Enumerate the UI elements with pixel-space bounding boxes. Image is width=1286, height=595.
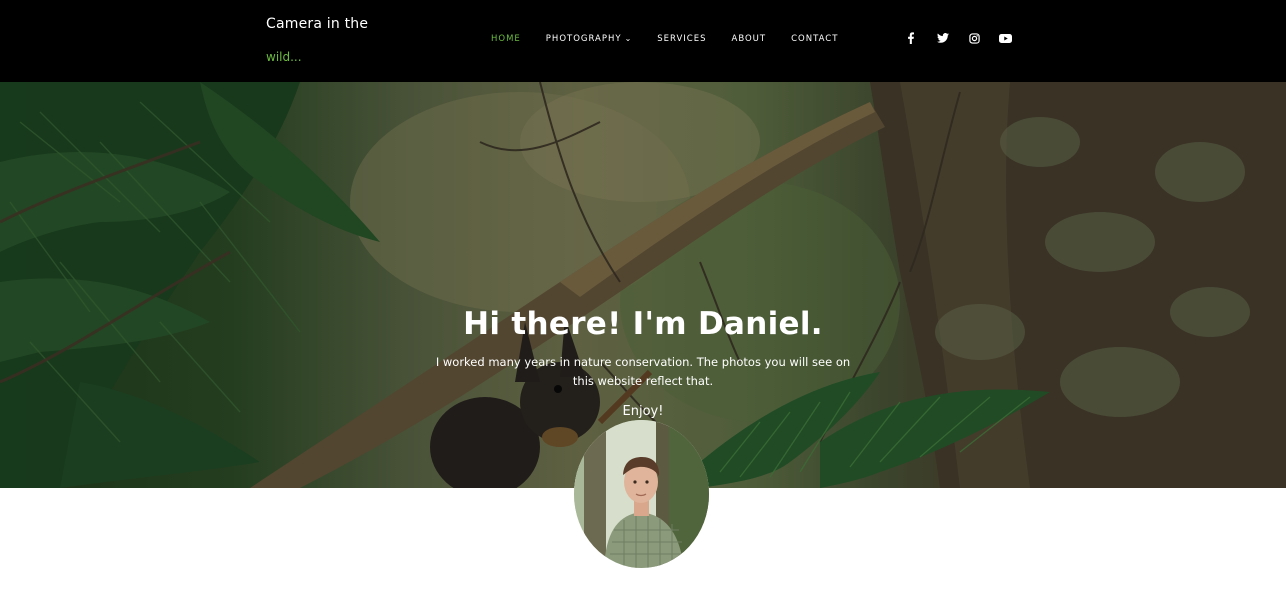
twitter-icon[interactable] [935,30,951,46]
hero-intro-text: I worked many years in nature conservati… [435,355,851,388]
facebook-icon[interactable] [903,30,919,46]
social-links [903,30,1029,46]
hero-enjoy-text: Enjoy! [622,404,664,419]
chevron-down-icon: ⌄ [624,34,633,43]
nav-item-photography-label: PHOTOGRAPHY [545,34,622,44]
nav-item-contact[interactable]: CONTACT [791,34,838,44]
nav-item-services[interactable]: SERVICES [657,34,706,44]
nav-item-home[interactable]: HOME [491,34,521,44]
youtube-icon[interactable] [998,30,1014,46]
nav-item-about[interactable]: ABOUT [732,34,767,44]
site-header: Camera in the wild... HOME PHOTOGRAPHY ⌄ … [0,0,1286,82]
site-logo-title[interactable]: Camera in the [266,16,368,32]
nav-item-photography[interactable]: PHOTOGRAPHY ⌄ [546,34,632,44]
profile-avatar [574,420,709,568]
instagram-icon[interactable] [966,30,982,46]
hero-heading: Hi there! I'm Daniel. [463,306,823,342]
main-nav: HOME PHOTOGRAPHY ⌄ SERVICES ABOUT CONTACT [491,33,863,45]
site-logo-tagline[interactable]: wild... [266,50,302,64]
profile-photo [574,420,709,568]
